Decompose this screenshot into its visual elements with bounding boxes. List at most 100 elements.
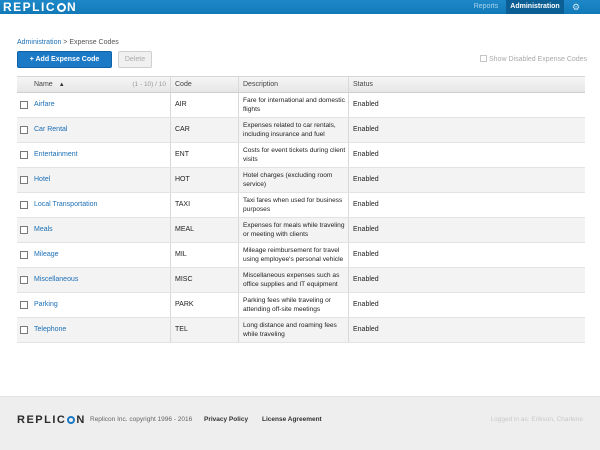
table-body: Airfare AIR Fare for international and dom… — [17, 93, 585, 343]
show-disabled-toggle[interactable]: Show Disabled Expense Codes — [480, 55, 587, 63]
table-row[interactable]: Parking PARK Parking fees while traveling … — [17, 293, 585, 318]
row-checkbox[interactable] — [20, 126, 28, 134]
expense-name-link[interactable]: Car Rental — [31, 118, 170, 142]
privacy-policy-link[interactable]: Privacy Policy — [204, 416, 248, 423]
row-select-cell — [17, 218, 31, 242]
row-select-cell — [17, 318, 31, 342]
row-checkbox[interactable] — [20, 276, 28, 284]
show-disabled-label: Show Disabled Expense Codes — [489, 56, 588, 63]
row-select-cell — [17, 293, 31, 317]
row-checkbox[interactable] — [20, 301, 28, 309]
logged-in-as-text: Logged in as: Erikson, Charlene — [490, 416, 583, 423]
table-header: Name ▲ (1 - 10) / 10 Code Description Stat… — [17, 76, 585, 93]
table-row[interactable]: Mileage MIL Mileage reimbursement for trav… — [17, 243, 585, 268]
row-checkbox[interactable] — [20, 226, 28, 234]
sort-ascending-icon[interactable]: ▲ — [59, 82, 65, 88]
expense-code-cell: HOT — [170, 168, 238, 192]
expense-name-link[interactable]: Telephone — [31, 318, 170, 342]
license-agreement-link[interactable]: License Agreement — [262, 416, 322, 423]
row-checkbox[interactable] — [20, 101, 28, 109]
expense-code-cell: ENT — [170, 143, 238, 167]
delete-button[interactable]: Delete — [118, 51, 152, 68]
nav-administration[interactable]: Administration — [506, 0, 564, 14]
row-select-cell — [17, 193, 31, 217]
column-name-label: Name — [34, 81, 53, 88]
expense-name-link[interactable]: Parking — [31, 293, 170, 317]
show-disabled-checkbox[interactable] — [480, 55, 487, 62]
expense-description-cell: Parking fees while traveling or attendin… — [238, 293, 348, 317]
expense-name-link[interactable]: Entertainment — [31, 143, 170, 167]
column-header-status[interactable]: Status — [348, 77, 585, 92]
row-checkbox[interactable] — [20, 201, 28, 209]
breadcrumb: Administration > Expense Codes — [17, 39, 119, 46]
expense-status-cell: Enabled — [348, 193, 585, 217]
table-row[interactable]: Airfare AIR Fare for international and dom… — [17, 93, 585, 118]
column-header-name[interactable]: Name ▲ (1 - 10) / 10 — [31, 77, 170, 92]
logo-text-right: N — [67, 0, 78, 14]
expense-status-cell: Enabled — [348, 93, 585, 117]
row-checkbox[interactable] — [20, 326, 28, 334]
expense-description-cell: Expenses for meals while traveling or me… — [238, 218, 348, 242]
nav-reports[interactable]: Reports — [466, 0, 506, 14]
breadcrumb-administration-link[interactable]: Administration — [17, 39, 61, 46]
row-select-cell — [17, 243, 31, 267]
row-select-cell — [17, 268, 31, 292]
expense-name-link[interactable]: Airfare — [31, 93, 170, 117]
table-row[interactable]: Meals MEAL Expenses for meals while travel… — [17, 218, 585, 243]
footer-logo-o-mark — [67, 416, 76, 424]
expense-code-cell: TEL — [170, 318, 238, 342]
table-row[interactable]: Miscellaneous MISC Miscellaneous expenses … — [17, 268, 585, 293]
expense-status-cell: Enabled — [348, 293, 585, 317]
row-checkbox[interactable] — [20, 251, 28, 259]
expense-description-cell: Hotel charges (excluding room service) — [238, 168, 348, 192]
table-row[interactable]: Car Rental CAR Expenses related to car ren… — [17, 118, 585, 143]
expense-name-link[interactable]: Meals — [31, 218, 170, 242]
expense-description-cell: Long distance and roaming fees while tra… — [238, 318, 348, 342]
page-footer: REPLIC N Replicon Inc. copyright 1996 - 2… — [0, 396, 600, 450]
expense-status-cell: Enabled — [348, 318, 585, 342]
logo-o-mark — [57, 3, 67, 12]
expense-code-cell: AIR — [170, 93, 238, 117]
column-header-description[interactable]: Description — [238, 77, 348, 92]
table-row[interactable]: Telephone TEL Long distance and roaming fe… — [17, 318, 585, 343]
expense-description-cell: Mileage reimbursement for travel using e… — [238, 243, 348, 267]
expense-description-cell: Expenses related to car rentals, includi… — [238, 118, 348, 142]
footer-replicon-logo: REPLIC N — [17, 413, 86, 427]
expense-code-cell: PARK — [170, 293, 238, 317]
expense-name-link[interactable]: Miscellaneous — [31, 268, 170, 292]
expense-status-cell: Enabled — [348, 218, 585, 242]
expense-name-link[interactable]: Hotel — [31, 168, 170, 192]
footer-logo-text-left: REPLIC — [17, 414, 67, 426]
top-navigation-bar: REPLIC N Reports Administration ⚙ — [0, 0, 600, 14]
gear-icon[interactable]: ⚙ — [568, 0, 584, 14]
expense-code-cell: CAR — [170, 118, 238, 142]
table-row[interactable]: Entertainment ENT Costs for event tickets … — [17, 143, 585, 168]
row-select-cell — [17, 93, 31, 117]
expense-status-cell: Enabled — [348, 268, 585, 292]
expense-name-link[interactable]: Mileage — [31, 243, 170, 267]
expense-status-cell: Enabled — [348, 243, 585, 267]
expense-name-link[interactable]: Local Transportation — [31, 193, 170, 217]
row-range-label: (1 - 10) / 10 — [132, 81, 166, 88]
row-select-cell — [17, 143, 31, 167]
select-column-header — [17, 77, 31, 92]
table-row[interactable]: Hotel HOT Hotel charges (excluding room se… — [17, 168, 585, 193]
row-checkbox[interactable] — [20, 151, 28, 159]
replicon-logo[interactable]: REPLIC N — [3, 0, 77, 14]
add-expense-code-button[interactable]: + Add Expense Code — [17, 51, 112, 68]
breadcrumb-current: Expense Codes — [69, 39, 119, 46]
expense-status-cell: Enabled — [348, 143, 585, 167]
row-select-cell — [17, 168, 31, 192]
logo-text-left: REPLIC — [3, 0, 57, 14]
table-row[interactable]: Local Transportation TAXI Taxi fares when … — [17, 193, 585, 218]
expense-description-cell: Costs for event tickets during client vi… — [238, 143, 348, 167]
expense-status-cell: Enabled — [348, 118, 585, 142]
expense-status-cell: Enabled — [348, 168, 585, 192]
expense-codes-table: Name ▲ (1 - 10) / 10 Code Description Stat… — [17, 76, 585, 343]
row-checkbox[interactable] — [20, 176, 28, 184]
expense-code-cell: TAXI — [170, 193, 238, 217]
expense-code-cell: MISC — [170, 268, 238, 292]
column-header-code[interactable]: Code — [170, 77, 238, 92]
expense-description-cell: Miscellaneous expenses such as office su… — [238, 268, 348, 292]
expense-code-cell: MIL — [170, 243, 238, 267]
